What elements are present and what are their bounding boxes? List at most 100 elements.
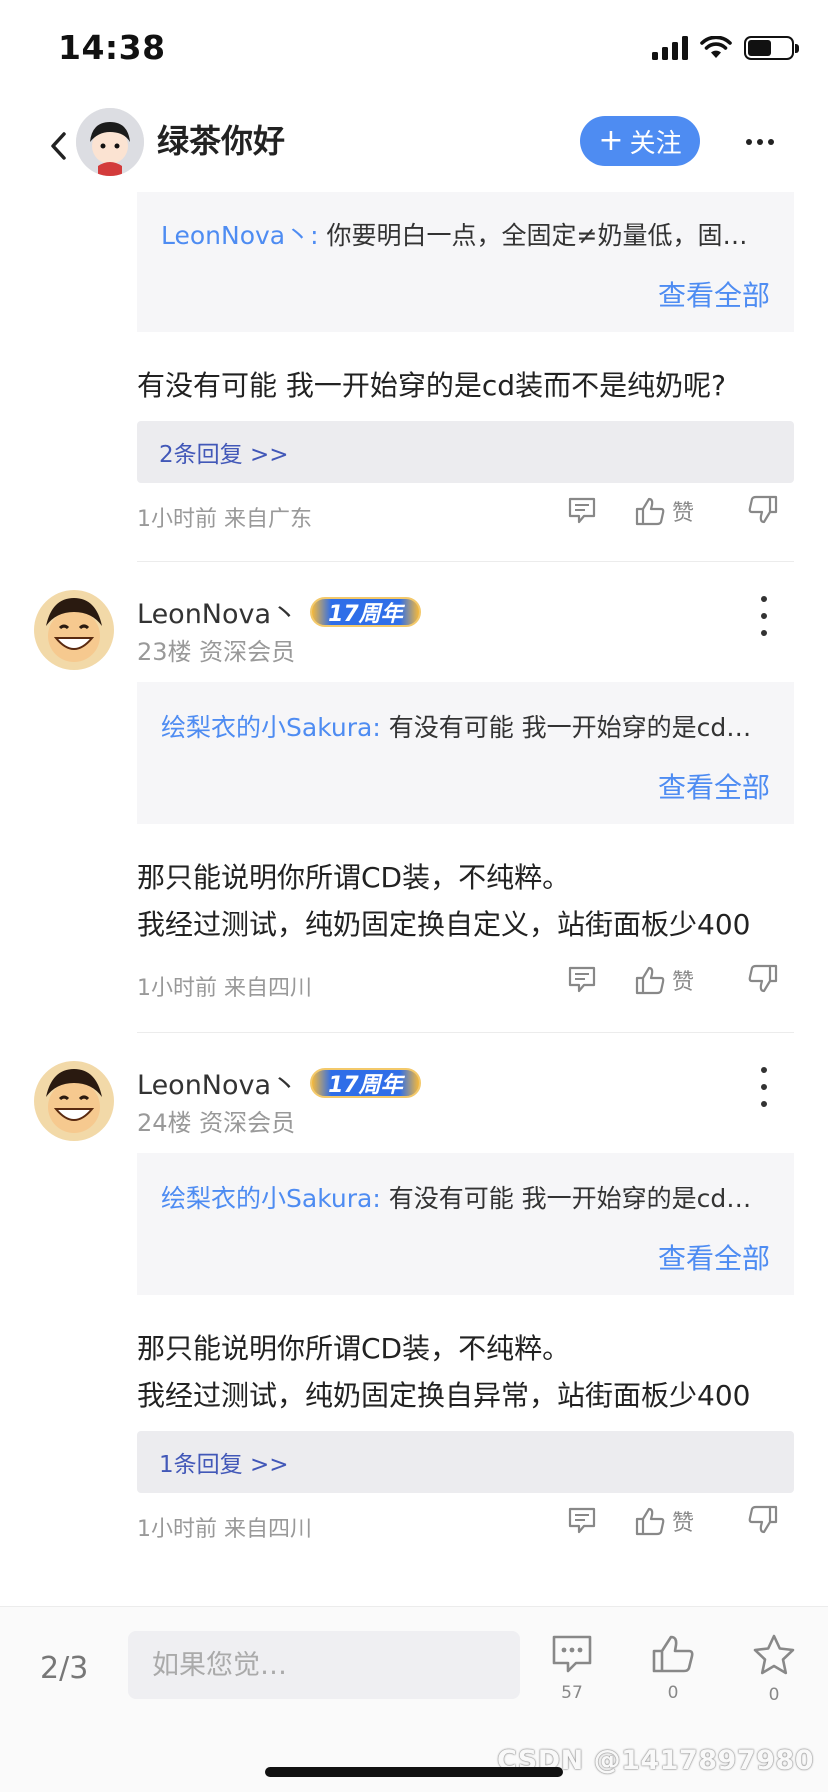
comment-icon <box>568 497 596 524</box>
username[interactable]: LeonNova丶 <box>137 1063 298 1102</box>
post-like-button[interactable]: 0 <box>643 1633 703 1703</box>
comment-content: 那只能说明你所谓CD装，不纯粹。 我经过测试，纯奶固定换自定义，站街面板少400 <box>137 854 794 948</box>
comment-content: 那只能说明你所谓CD装，不纯粹。 我经过测试，纯奶固定换自异常，站街面板少400 <box>137 1325 794 1419</box>
comment-input[interactable] <box>128 1631 520 1699</box>
luffy-avatar-icon <box>34 590 114 670</box>
reply-button[interactable] <box>567 1505 597 1535</box>
comment-icon <box>552 1635 592 1673</box>
like-button[interactable]: 赞 <box>634 495 694 527</box>
username[interactable]: LeonNova丶 <box>137 592 298 631</box>
home-indicator[interactable] <box>265 1767 563 1777</box>
view-all-link[interactable]: 查看全部 <box>161 766 770 806</box>
comment-header: LeonNova丶 17周年 24楼 资深会员 <box>34 1033 794 1153</box>
dislike-button[interactable] <box>747 1505 779 1535</box>
comment-count: 57 <box>561 1683 583 1703</box>
status-bar: 14:38 <box>0 0 828 100</box>
quote-line: LeonNova丶: 你要明白一点，全固定≠奶量低，固… <box>161 216 770 252</box>
header-avatar[interactable] <box>76 108 144 176</box>
like-label: 赞 <box>672 1511 695 1536</box>
content-line: 我经过测试，纯奶固定换自定义，站街面板少400 <box>137 908 751 941</box>
thumbs-up-icon <box>652 1635 694 1673</box>
content-line: 那只能说明你所谓CD装，不纯粹。 <box>137 1332 571 1365</box>
thumbs-down-icon <box>748 1505 778 1534</box>
content-line: 那只能说明你所谓CD装，不纯粹。 <box>137 861 571 894</box>
reply-button[interactable] <box>567 495 597 525</box>
comment-footer: 1小时前 来自四川 赞 <box>137 952 794 1018</box>
back-button[interactable] <box>38 122 78 170</box>
comment-icon <box>568 966 596 993</box>
like-button[interactable]: 赞 <box>634 964 694 996</box>
quote-user[interactable]: 绘梨衣的小Sakura: <box>161 1184 381 1213</box>
comment-footer: 1小时前 来自四川 赞 <box>137 1493 794 1559</box>
user-info: LeonNova丶 17周年 <box>137 1063 421 1102</box>
comment-more-button[interactable] <box>754 596 774 636</box>
follow-label: 关注 <box>629 128 682 159</box>
battery-icon <box>744 36 799 60</box>
comment-item: LeonNova丶 17周年 23楼 资深会员 绘梨衣的小Sakura: 有没有… <box>0 562 828 1033</box>
replies-link[interactable]: 1条回复 >> <box>137 1431 794 1493</box>
view-all-link[interactable]: 查看全部 <box>161 1237 770 1277</box>
comments-button[interactable]: 57 <box>542 1633 602 1703</box>
comment-content: 有没有可能 我一开始穿的是cd装而不是纯奶呢? <box>137 369 726 402</box>
user-avatar[interactable] <box>34 590 114 670</box>
author-name[interactable]: 绿茶你好 <box>157 116 285 162</box>
quote-user[interactable]: LeonNova丶: <box>161 221 319 250</box>
follow-button[interactable]: + 关注 <box>580 116 700 166</box>
user-info: LeonNova丶 17周年 <box>137 592 421 631</box>
like-button[interactable]: 赞 <box>634 1505 694 1537</box>
comment-header: LeonNova丶 17周年 23楼 资深会员 <box>34 562 794 682</box>
plus-icon: + <box>598 123 624 158</box>
more-options-button[interactable] <box>738 124 782 160</box>
reply-button[interactable] <box>567 964 597 994</box>
favorite-button[interactable]: 0 <box>744 1633 804 1705</box>
dislike-button[interactable] <box>747 495 779 525</box>
comment-meta: 1小时前 来自四川 <box>137 976 312 1001</box>
status-icons <box>652 36 799 60</box>
dislike-button[interactable] <box>747 964 779 994</box>
luffy-avatar-icon <box>34 1061 114 1141</box>
replies-link[interactable]: 2条回复 >> <box>137 421 794 483</box>
thumbs-down-icon <box>748 495 778 524</box>
like-label: 赞 <box>672 970 695 995</box>
bottom-action-bar: 2/3 57 0 0 CSDN @1417897980 <box>0 1606 828 1792</box>
thumbs-up-icon <box>635 966 665 995</box>
like-label: 赞 <box>672 501 695 526</box>
anniversary-badge: 17周年 <box>310 596 421 627</box>
quote-text: 有没有可能 我一开始穿的是cd… <box>380 713 752 742</box>
quote-line: 绘梨衣的小Sakura: 有没有可能 我一开始穿的是cd… <box>161 708 770 744</box>
anniversary-badge: 17周年 <box>310 1067 421 1098</box>
view-all-link[interactable]: 查看全部 <box>161 274 770 314</box>
star-icon <box>753 1634 795 1675</box>
header: 绿茶你好 + 关注 <box>0 100 828 192</box>
quote-text: 有没有可能 我一开始穿的是cd… <box>380 1184 752 1213</box>
signal-icon <box>652 36 688 60</box>
quote-box[interactable]: 绘梨衣的小Sakura: 有没有可能 我一开始穿的是cd… 查看全部 <box>137 1153 794 1295</box>
comment-footer: 1小时前 来自广东 赞 <box>137 483 794 549</box>
quote-line: 绘梨衣的小Sakura: 有没有可能 我一开始穿的是cd… <box>161 1179 770 1215</box>
quote-user[interactable]: 绘梨衣的小Sakura: <box>161 713 381 742</box>
chevron-left-icon <box>51 132 66 160</box>
comment-more-button[interactable] <box>754 1067 774 1107</box>
page-indicator[interactable]: 2/3 <box>40 1651 88 1686</box>
comment-meta: 1小时前 来自四川 <box>137 1517 312 1542</box>
comment-item: LeonNova丶 17周年 24楼 资深会员 绘梨衣的小Sakura: 有没有… <box>0 1033 828 1559</box>
comment-feed[interactable]: LeonNova丶: 你要明白一点，全固定≠奶量低，固… 查看全部 有没有可能 … <box>0 192 828 1606</box>
quote-text: 你要明白一点，全固定≠奶量低，固… <box>318 221 748 250</box>
quote-box[interactable]: 绘梨衣的小Sakura: 有没有可能 我一开始穿的是cd… 查看全部 <box>137 682 794 824</box>
floor-info: 24楼 资深会员 <box>137 1109 296 1137</box>
favorite-count: 0 <box>768 1685 780 1705</box>
wifi-icon <box>700 36 732 58</box>
user-avatar[interactable] <box>34 1061 114 1141</box>
quote-box[interactable]: LeonNova丶: 你要明白一点，全固定≠奶量低，固… 查看全部 <box>137 192 794 332</box>
content-line: 我经过测试，纯奶固定换自异常，站街面板少400 <box>137 1379 751 1412</box>
status-time: 14:38 <box>58 28 166 67</box>
comment-icon <box>568 1507 596 1534</box>
comment-meta: 1小时前 来自广东 <box>137 507 312 532</box>
comment-item: LeonNova丶: 你要明白一点，全固定≠奶量低，固… 查看全部 有没有可能 … <box>0 192 828 562</box>
thumbs-up-icon <box>635 1507 665 1536</box>
cartoon-avatar-icon <box>76 108 144 176</box>
floor-info: 23楼 资深会员 <box>137 638 296 666</box>
thumbs-down-icon <box>748 964 778 993</box>
like-count: 0 <box>667 1683 679 1703</box>
thumbs-up-icon <box>635 497 665 526</box>
